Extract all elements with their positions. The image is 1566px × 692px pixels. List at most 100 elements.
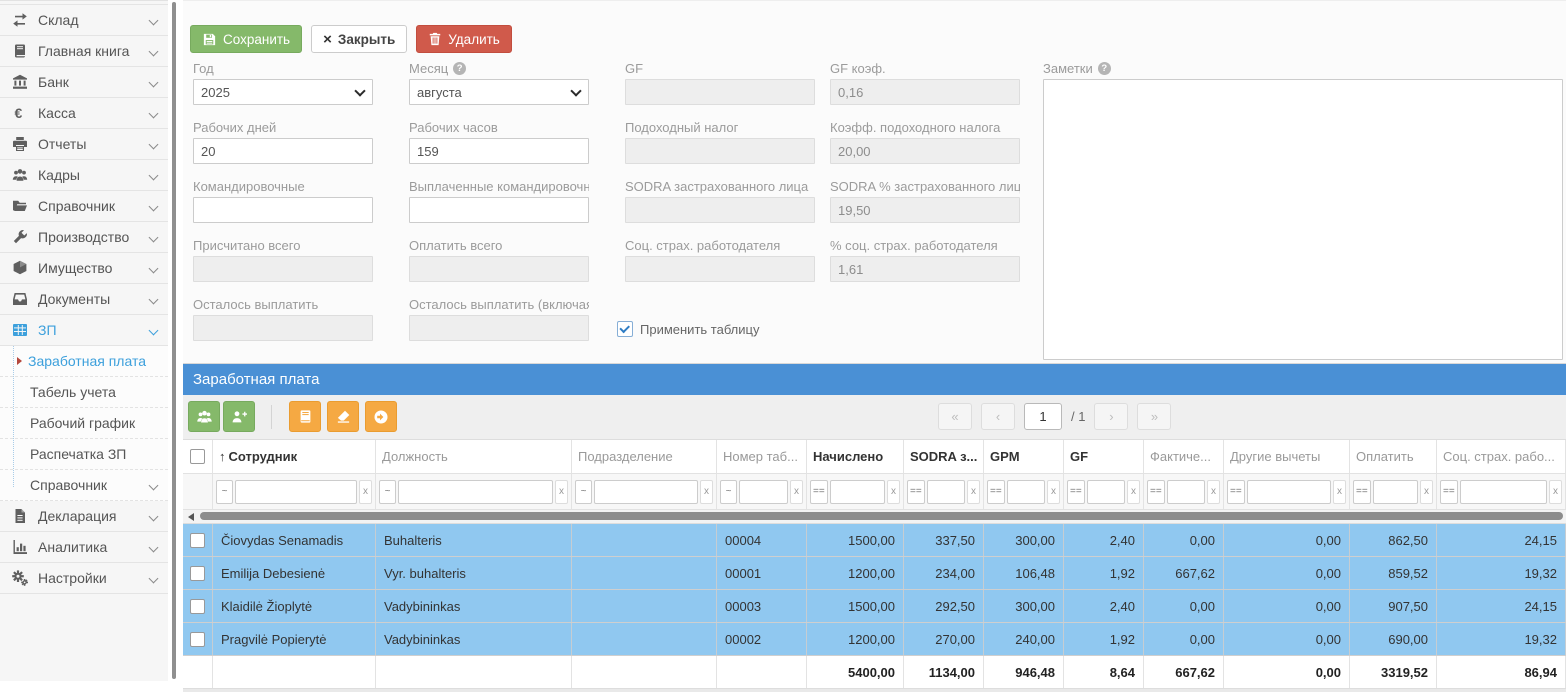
filter-input-employee[interactable]: [235, 480, 357, 504]
table-row[interactable]: Emilija DebesienėVyr. buhalteris00001120…: [183, 557, 1566, 590]
sidebar-item-imushchestvo[interactable]: Имущество: [0, 253, 168, 284]
column-header-department[interactable]: Подразделение: [572, 440, 717, 473]
column-header-sodra[interactable]: SODRA з...: [904, 440, 984, 473]
column-header-other-deductions[interactable]: Другие вычеты: [1224, 440, 1350, 473]
filter-clear-button[interactable]: x: [1047, 480, 1060, 504]
save-button[interactable]: Сохранить: [190, 25, 302, 53]
scrollbar-thumb[interactable]: [200, 512, 1563, 520]
filter-input-gf[interactable]: [1087, 480, 1125, 504]
filter-clear-button[interactable]: x: [555, 480, 568, 504]
eraser-button[interactable]: [327, 401, 359, 432]
sidebar-item-nastrojki[interactable]: Настройки: [0, 563, 168, 594]
sidebar-item-kadry[interactable]: Кадры: [0, 160, 168, 191]
filter-clear-button[interactable]: x: [1127, 480, 1140, 504]
column-header-position[interactable]: Должность: [376, 440, 572, 473]
month-select[interactable]: августа: [409, 79, 589, 105]
sidebar-item-bank[interactable]: Банк: [0, 67, 168, 98]
select-all-checkbox[interactable]: [190, 449, 205, 464]
select-employees-button[interactable]: [188, 401, 220, 432]
sidebar-item-otchety[interactable]: Отчеты: [0, 129, 168, 160]
filter-input-tab-number[interactable]: [739, 480, 788, 504]
filter-input-department[interactable]: [594, 480, 698, 504]
column-header-employer-social[interactable]: Соц. страх. рабо...: [1437, 440, 1566, 473]
journal-button[interactable]: [289, 401, 321, 432]
column-header-gf[interactable]: GF: [1064, 440, 1144, 473]
sidebar-item-tabel-ucheta[interactable]: Табель учета: [0, 377, 168, 408]
help-icon[interactable]: ?: [453, 62, 466, 75]
year-select[interactable]: 2025: [193, 79, 373, 105]
work-hours-input[interactable]: [409, 138, 589, 164]
sidebar-item-raspechatka-zp[interactable]: Распечатка ЗП: [0, 439, 168, 470]
filter-operator-button[interactable]: ==: [907, 480, 925, 504]
filter-operator-button[interactable]: ==: [810, 480, 828, 504]
filter-clear-button[interactable]: x: [359, 480, 372, 504]
row-checkbox[interactable]: [190, 632, 205, 647]
filter-operator-button[interactable]: ==: [1067, 480, 1085, 504]
sidebar-item-glavnaya-kniga[interactable]: Главная книга: [0, 36, 168, 67]
work-days-input[interactable]: [193, 138, 373, 164]
column-header-accrued[interactable]: Начислено: [807, 440, 904, 473]
filter-clear-button[interactable]: x: [1549, 480, 1562, 504]
row-checkbox[interactable]: [190, 599, 205, 614]
close-button[interactable]: × Закрыть: [311, 25, 407, 53]
table-row[interactable]: Čiovydas SenamadisBuhalteris000041500,00…: [183, 524, 1566, 557]
filter-input-accrued[interactable]: [830, 480, 885, 504]
filter-clear-button[interactable]: x: [1420, 480, 1433, 504]
filter-clear-button[interactable]: x: [887, 480, 900, 504]
filter-operator-button[interactable]: ==: [1440, 480, 1458, 504]
filter-clear-button[interactable]: x: [790, 480, 803, 504]
filter-operator-button[interactable]: ==: [1353, 480, 1371, 504]
sidebar-item-spravochnik[interactable]: Справочник: [0, 191, 168, 222]
filter-clear-button[interactable]: x: [1207, 480, 1220, 504]
select-all-header-cell[interactable]: [183, 440, 213, 473]
sidebar-item-sklad[interactable]: Склад: [0, 4, 168, 36]
column-header-gpm[interactable]: GPM: [984, 440, 1064, 473]
column-header-tab-number[interactable]: Номер таб...: [717, 440, 807, 473]
table-row[interactable]: Pragvilė PopierytėVadybininkas000021200,…: [183, 623, 1566, 656]
add-employee-button[interactable]: [223, 401, 255, 432]
filter-operator-button[interactable]: ==: [1227, 480, 1245, 504]
filter-clear-button[interactable]: x: [1333, 480, 1346, 504]
filter-input-gpm[interactable]: [1007, 480, 1045, 504]
notes-textarea[interactable]: [1043, 79, 1563, 360]
column-header-to-pay[interactable]: Оплатить: [1350, 440, 1437, 473]
filter-input-position[interactable]: [398, 480, 553, 504]
sidebar-item-proizvodstvo[interactable]: Производство: [0, 222, 168, 253]
go-button[interactable]: [365, 401, 397, 432]
filter-input-sodra[interactable]: [927, 480, 965, 504]
filter-operator-button[interactable]: ==: [1147, 480, 1165, 504]
filter-input-employer-social[interactable]: [1460, 480, 1547, 504]
filter-clear-button[interactable]: x: [700, 480, 713, 504]
per-diem-input[interactable]: [193, 197, 373, 223]
table-row[interactable]: Klaidilė ŽioplytėVadybininkas000031500,0…: [183, 590, 1566, 623]
sidebar-item-spravochnik-zp[interactable]: Справочник: [0, 470, 168, 501]
sidebar-item-kassa[interactable]: €Касса: [0, 98, 168, 129]
filter-clear-button[interactable]: x: [967, 480, 980, 504]
sidebar-item-dokumenty[interactable]: Документы: [0, 284, 168, 315]
filter-input-other-deductions[interactable]: [1247, 480, 1331, 504]
scroll-left-arrow-icon[interactable]: [188, 513, 194, 521]
sidebar-scrollbar[interactable]: [172, 2, 176, 679]
sidebar-item-deklaraciya[interactable]: Декларация: [0, 501, 168, 532]
filter-operator-button[interactable]: ~: [720, 480, 737, 504]
filter-operator-button[interactable]: ==: [987, 480, 1005, 504]
filter-input-to-pay[interactable]: [1373, 480, 1418, 504]
sidebar-item-rabochij-grafik[interactable]: Рабочий график: [0, 408, 168, 439]
grid-horizontal-scrollbar[interactable]: [183, 510, 1566, 524]
per-diem-paid-input[interactable]: [409, 197, 589, 223]
filter-operator-button[interactable]: ~: [216, 480, 233, 504]
apply-table-checkbox[interactable]: Применить таблицу: [617, 321, 759, 337]
column-header-employee[interactable]: ↑Сотрудник: [213, 440, 376, 473]
filter-operator-button[interactable]: ~: [379, 480, 396, 504]
page-number-input[interactable]: [1024, 403, 1062, 430]
row-checkbox[interactable]: [190, 533, 205, 548]
filter-input-actual[interactable]: [1167, 480, 1205, 504]
delete-button[interactable]: Удалить: [416, 25, 512, 53]
column-header-actual[interactable]: Фактиче...: [1144, 440, 1224, 473]
sidebar-item-analitika[interactable]: Аналитика: [0, 532, 168, 563]
sidebar-item-zp[interactable]: ЗП: [0, 315, 168, 346]
filter-operator-button[interactable]: ~: [575, 480, 592, 504]
row-checkbox[interactable]: [190, 566, 205, 581]
sidebar-item-zarabotnaya-plata[interactable]: Заработная плата: [0, 346, 168, 377]
help-icon[interactable]: ?: [1098, 62, 1111, 75]
